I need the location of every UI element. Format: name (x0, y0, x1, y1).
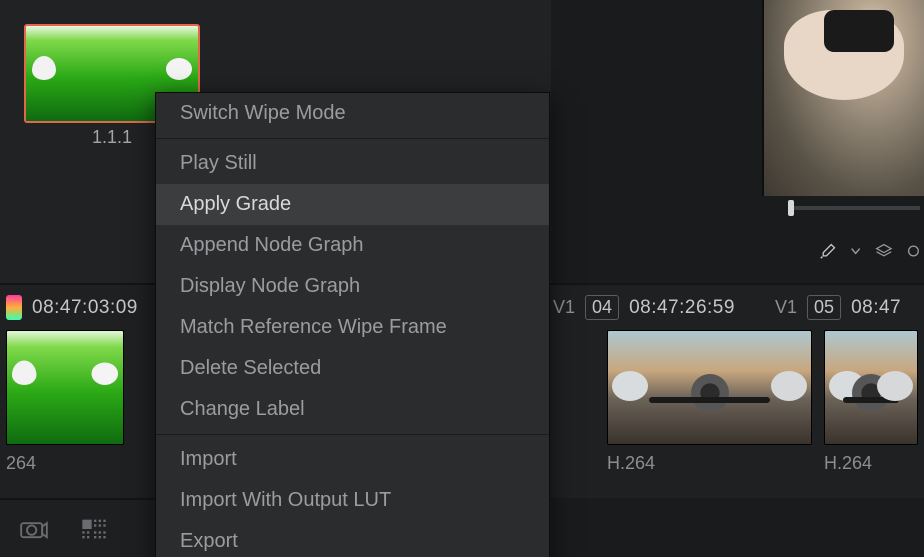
track-label: V1 (553, 297, 575, 318)
context-menu-separator (156, 434, 549, 435)
timecode-text: 08:47 (851, 297, 901, 319)
scrub-handle[interactable] (788, 200, 794, 216)
viewer-panel (762, 0, 924, 196)
context-menu-item[interactable]: Export (156, 521, 549, 557)
clip-thumbnail (824, 330, 918, 445)
layers-icon[interactable] (875, 241, 893, 261)
timecode-text: 08:47:26:59 (629, 297, 735, 319)
context-menu-item[interactable]: Display Node Graph (156, 266, 549, 307)
app-root: 1.1.1 08:47:03:09 V1 04 08:47:26:59 V1 0… (0, 0, 924, 557)
track-label: V1 (775, 297, 797, 318)
context-menu-item[interactable]: Import With Output LUT (156, 480, 549, 521)
viewer-image[interactable] (764, 0, 924, 196)
timecode-text: 08:47:03:09 (32, 297, 138, 319)
context-menu-item[interactable]: Match Reference Wipe Frame (156, 307, 549, 348)
clip-thumbnail (6, 330, 124, 445)
context-menu-item[interactable]: Play Still (156, 143, 549, 184)
context-menu-item[interactable]: Change Label (156, 389, 549, 430)
context-menu-item[interactable]: Apply Grade (156, 184, 549, 225)
clip-item[interactable]: 264 (6, 330, 124, 498)
context-menu-item[interactable]: Delete Selected (156, 348, 549, 389)
clip-index[interactable]: 04 (585, 295, 619, 320)
camera-icon[interactable] (20, 517, 48, 541)
circle-icon[interactable] (907, 243, 920, 259)
context-menu: Switch Wipe Mode Play StillApply GradeApp… (155, 92, 550, 557)
clip-codec: 264 (6, 453, 124, 474)
clip-index[interactable]: 05 (807, 295, 841, 320)
eyedropper-icon[interactable] (820, 241, 836, 261)
clip-flag-icon (6, 295, 22, 320)
scrub-track[interactable] (788, 206, 920, 210)
grid-select-icon[interactable] (80, 517, 108, 541)
current-clip-tc: 08:47:03:09 (0, 295, 138, 320)
clip-thumbnail (607, 330, 812, 445)
viewer-toolbar (820, 236, 920, 266)
context-menu-item[interactable]: Append Node Graph (156, 225, 549, 266)
context-menu-separator (156, 138, 549, 139)
chevron-down-icon[interactable] (850, 244, 861, 258)
clip-item[interactable]: H.264 (607, 330, 812, 498)
context-menu-item[interactable]: Switch Wipe Mode (156, 93, 549, 134)
clip-item[interactable]: H.264 (824, 330, 918, 498)
context-menu-item[interactable]: Import (156, 439, 549, 480)
clip-codec: H.264 (607, 453, 812, 474)
clip-codec: H.264 (824, 453, 918, 474)
